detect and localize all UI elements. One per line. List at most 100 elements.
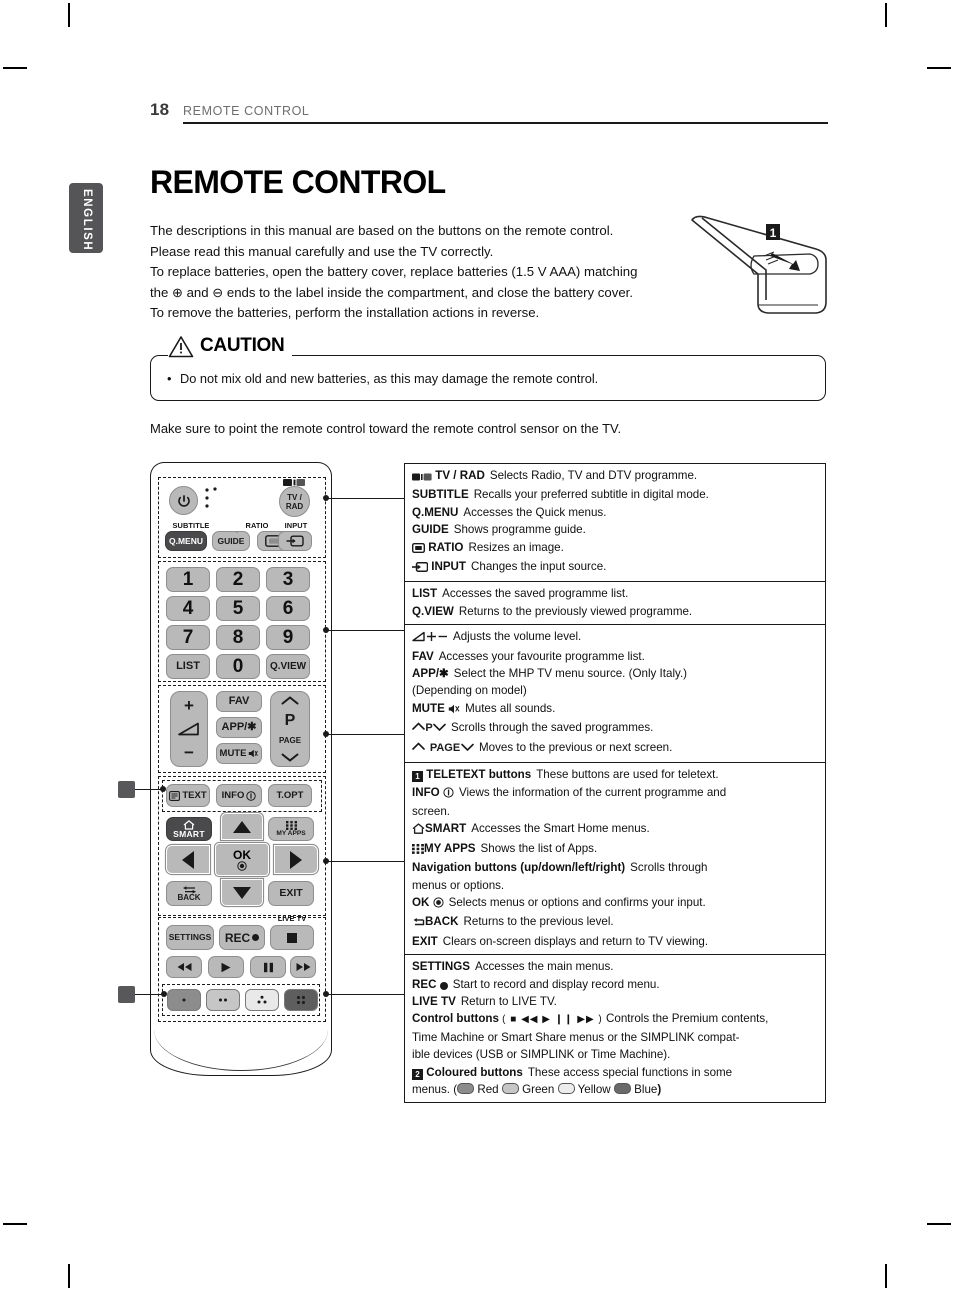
fastforward-button[interactable] (290, 956, 316, 978)
callout-badge-1-inline: 1 (412, 771, 423, 783)
desc-row: Control buttons ( ■ ◀◀ ▶ ❙❙ ▶▶ ) Control… (412, 1010, 819, 1028)
key-4[interactable]: 4 (166, 596, 210, 621)
desc-section-settings: SETTINGS Accesses the main menus. REC Sta… (405, 955, 825, 1102)
red-badge-icon (457, 1083, 475, 1094)
desc-row: SMART Accesses the Smart Home menus. (412, 820, 819, 839)
desc-bold: SMART (425, 822, 467, 836)
key-9[interactable]: 9 (266, 625, 310, 650)
desc-bold: REC (412, 977, 437, 991)
nav-right-button[interactable] (274, 845, 318, 874)
key-4-label: 4 (182, 598, 194, 619)
settings-button[interactable]: SETTINGS (166, 925, 214, 950)
volume-down-label: − (184, 743, 194, 762)
coloured-button-blue[interactable] (284, 989, 318, 1011)
desc-row: SETTINGS Accesses the main menus. (412, 958, 819, 975)
settings-label: SETTINGS (168, 932, 212, 943)
back-arrow-icon (412, 915, 425, 932)
header-divider (183, 122, 828, 124)
desc-bold: SETTINGS (412, 960, 470, 974)
leader-line-top (328, 498, 405, 500)
fav-label: FAV (228, 695, 250, 707)
desc-bold: Control buttons (412, 1012, 499, 1026)
ratio-button[interactable] (236, 531, 238, 533)
mute-icon (249, 749, 259, 758)
colour-yellow: Yellow (577, 1083, 611, 1096)
livetv-stop-button[interactable] (270, 925, 314, 950)
input-button[interactable] (278, 531, 312, 551)
text-button[interactable]: TEXT (166, 784, 210, 807)
mute-icon (448, 702, 460, 719)
desc-section-top: TV / RAD Selects Radio, TV and DTV progra… (405, 464, 825, 583)
ok-circle-icon (237, 860, 247, 871)
mute-label: MUTE (219, 747, 247, 759)
input-label: INPUT (284, 521, 308, 530)
blue-badge-icon (613, 1083, 631, 1094)
key-7-label: 7 (182, 627, 194, 648)
coloured-button-red[interactable] (167, 989, 201, 1011)
key-2[interactable]: 2 (216, 567, 260, 592)
key-1[interactable]: 1 (166, 567, 210, 592)
volume-rocker[interactable]: + − (170, 691, 208, 767)
back-button[interactable]: BACK (166, 881, 212, 906)
nav-down-button[interactable] (221, 879, 263, 906)
nav-up-button[interactable] (221, 813, 263, 840)
desc-row: REC Start to record and display record m… (412, 976, 819, 993)
exit-button[interactable]: EXIT (268, 881, 314, 906)
qmenu-button[interactable]: Q.MENU (165, 531, 207, 551)
topt-button[interactable]: T.OPT (268, 784, 312, 807)
intro-line-4a: the (150, 284, 169, 300)
desc-row: menus or options. (412, 877, 819, 894)
nav-left-button[interactable] (166, 845, 210, 874)
stop-square-icon (287, 932, 297, 943)
key-3[interactable]: 3 (266, 567, 310, 592)
fav-button[interactable]: FAV (216, 691, 262, 712)
intro-line-3: To replace batteries, open the battery c… (150, 264, 638, 280)
desc-row: EXIT Clears on-screen displays and return… (412, 933, 819, 950)
tv-rad-icon (412, 469, 432, 486)
desc-row: Time Machine or Smart Share menus or the… (412, 1029, 819, 1046)
myapps-button[interactable]: MY APPS (268, 817, 314, 841)
key-5[interactable]: 5 (216, 596, 260, 621)
coloured-button-green[interactable] (206, 989, 240, 1011)
key-6[interactable]: 6 (266, 596, 310, 621)
desc-text: Start to record and display record menu. (452, 977, 660, 991)
pause-button[interactable] (250, 956, 286, 978)
list-button[interactable]: LIST (166, 654, 210, 679)
desc-row: OK Selects menus or options and confirms… (412, 894, 819, 913)
tv-rad-button[interactable]: TV / RAD (279, 486, 310, 517)
page-title: REMOTE CONTROL (150, 164, 446, 200)
crop-mark-bottom-right-v (885, 1264, 887, 1288)
list-label: LIST (176, 660, 200, 672)
rewind-button[interactable] (166, 956, 202, 978)
volume-plus-minus-icon (412, 630, 448, 647)
ok-button[interactable]: OK (215, 843, 269, 876)
app-button[interactable]: APP/✱ (216, 717, 262, 738)
smart-button[interactable]: SMART (166, 817, 212, 841)
desc-bold: BACK (425, 915, 459, 929)
info-button[interactable]: INFO (216, 784, 262, 807)
play-button[interactable] (208, 956, 244, 978)
desc-text: Select the MHP TV menu source. (Only Ita… (453, 667, 688, 681)
key-7[interactable]: 7 (166, 625, 210, 650)
mute-button[interactable]: MUTE (216, 743, 262, 764)
page-rocker[interactable]: P PAGE (270, 691, 310, 767)
tv-rad-label-line1: TV / (287, 492, 302, 502)
desc-bold: Q.MENU (412, 505, 459, 519)
desc-bold: LIST (412, 587, 438, 601)
desc-text: Recalls your preferred subtitle in digit… (473, 488, 709, 502)
guide-button[interactable]: GUIDE (212, 531, 250, 551)
coloured-button-yellow[interactable] (245, 989, 279, 1011)
desc-row: GUIDE Shows programme guide. (412, 521, 819, 538)
desc-bold: MY APPS (424, 841, 476, 855)
key-0[interactable]: 0 (216, 654, 260, 679)
key-8[interactable]: 8 (216, 625, 260, 650)
intro-line-2: Please read this manual carefully and us… (150, 243, 494, 259)
desc-bold: OK (412, 895, 430, 909)
desc-text: menus or options. (412, 878, 505, 892)
description-table: TV / RAD Selects Radio, TV and DTV progra… (404, 463, 826, 1104)
power-button[interactable] (169, 486, 198, 515)
qview-button[interactable]: Q.VIEW (266, 654, 310, 679)
subtitle-label: SUBTITLE (172, 521, 210, 530)
rec-button[interactable]: REC (219, 925, 265, 950)
desc-text: Resizes an image. (468, 540, 564, 554)
